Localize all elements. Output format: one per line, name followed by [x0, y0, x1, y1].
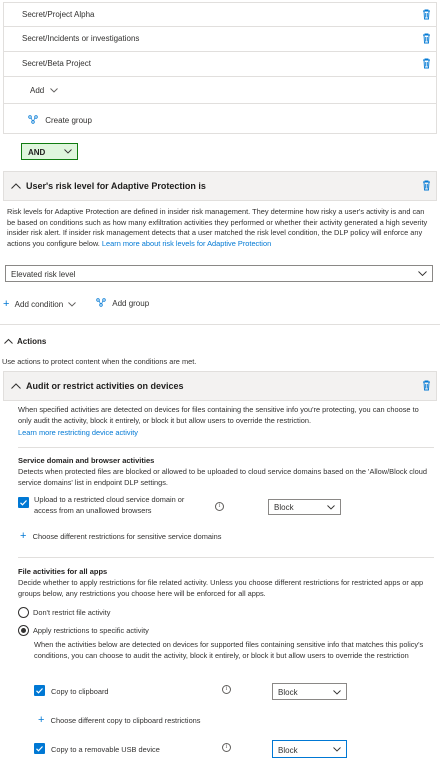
plus-icon: + — [20, 530, 27, 542]
usb-action-value: Block — [278, 746, 298, 755]
group-label: Secret/Project Alpha — [22, 10, 95, 19]
risk-section-header[interactable]: User's risk level for Adaptive Protectio… — [3, 171, 437, 201]
info-icon[interactable]: i — [222, 685, 231, 694]
divider — [18, 557, 434, 558]
create-group-button[interactable]: Create group — [28, 115, 92, 126]
add-condition-label: Add condition — [14, 299, 64, 309]
choose-clipboard-restrictions-button[interactable]: + Choose different copy to clipboard res… — [38, 714, 200, 726]
trash-icon[interactable] — [422, 180, 431, 191]
audit-learn-more-link[interactable]: Learn more restricting device activity — [18, 428, 138, 437]
trash-icon[interactable] — [422, 33, 431, 44]
actions-title: Actions — [17, 337, 47, 346]
operator-dropdown[interactable]: AND — [21, 143, 78, 160]
chevron-up-icon[interactable] — [11, 183, 21, 189]
usb-checkbox[interactable] — [34, 743, 45, 754]
chevron-down-icon — [327, 505, 335, 510]
group-row-incidents: Secret/Incidents or investigations — [3, 27, 437, 52]
clipboard-action-value: Block — [278, 688, 298, 697]
clipboard-action-dropdown[interactable]: Block — [272, 683, 347, 700]
clipboard-label: Copy to clipboard — [51, 687, 109, 696]
create-group-row: Create group — [3, 104, 437, 134]
service-domain-description: Detects when protected files are blocked… — [18, 467, 427, 487]
risk-section-title: User's risk level for Adaptive Protectio… — [26, 181, 206, 191]
audit-section-header[interactable]: Audit or restrict activities on devices — [3, 371, 437, 401]
chevron-down-icon — [418, 271, 427, 277]
add-label: Add — [30, 86, 45, 95]
choose-clipboard-restrictions-label: Choose different copy to clipboard restr… — [50, 715, 201, 725]
chevron-down-icon — [333, 690, 341, 695]
group-row-beta-project: Secret/Beta Project — [3, 52, 437, 77]
plus-icon: + — [38, 714, 45, 726]
add-row: Add — [3, 77, 437, 104]
group-label: Secret/Incidents or investigations — [22, 34, 140, 43]
chevron-down-icon — [50, 88, 59, 94]
info-icon[interactable]: i — [215, 502, 224, 511]
add-group-button[interactable]: Add group — [96, 298, 149, 309]
clipboard-checkbox[interactable] — [34, 685, 45, 696]
group-row-project-alpha: Secret/Project Alpha — [3, 2, 437, 27]
risk-learn-more-link[interactable]: Learn more about risk levels for Adaptiv… — [102, 239, 271, 248]
risk-level-value: Elevated risk level — [11, 270, 76, 279]
upload-label: Upload to a restricted cloud service dom… — [34, 495, 185, 515]
dont-restrict-radio[interactable] — [18, 607, 29, 618]
apply-restrictions-description: When the activities below are detected o… — [34, 640, 424, 660]
usb-label: Copy to a removable USB device — [51, 745, 160, 754]
info-icon[interactable]: i — [222, 743, 231, 752]
service-domain-title: Service domain and browser activities — [18, 456, 155, 465]
apply-restrictions-label: Apply restrictions to specific activity — [33, 626, 149, 635]
file-activities-description: Decide whether to apply restrictions for… — [18, 578, 424, 598]
trash-icon[interactable] — [422, 9, 431, 20]
audit-description: When specified activities are detected o… — [18, 405, 419, 425]
add-group-icon — [96, 298, 106, 309]
divider — [0, 324, 440, 325]
create-group-icon — [28, 115, 38, 126]
risk-level-dropdown[interactable]: Elevated risk level — [5, 265, 433, 282]
chevron-down-icon — [64, 149, 72, 154]
create-group-label: Create group — [45, 116, 92, 125]
choose-domain-restrictions-button[interactable]: + Choose different restrictions for sens… — [20, 530, 222, 542]
chevron-up-icon[interactable] — [11, 383, 21, 389]
operator-value: AND — [28, 148, 46, 157]
audit-section-title: Audit or restrict activities on devices — [26, 381, 184, 391]
upload-action-value: Block — [274, 503, 294, 512]
chevron-down-icon — [68, 301, 77, 307]
chevron-up-icon[interactable] — [4, 338, 13, 344]
upload-checkbox[interactable] — [18, 497, 29, 508]
trash-icon[interactable] — [422, 58, 431, 69]
divider — [18, 447, 434, 448]
trash-icon[interactable] — [422, 380, 431, 391]
actions-description: Use actions to protect content when the … — [2, 357, 197, 366]
file-activities-title: File activities for all apps — [18, 567, 108, 576]
upload-action-dropdown[interactable]: Block — [268, 499, 341, 515]
dont-restrict-label: Don't restrict file activity — [33, 608, 111, 617]
add-group-label: Add group — [112, 299, 150, 308]
add-condition-button[interactable]: + Add condition — [3, 298, 77, 310]
chevron-down-icon — [333, 747, 341, 752]
usb-action-dropdown[interactable]: Block — [272, 740, 347, 758]
apply-restrictions-radio[interactable] — [18, 625, 29, 636]
plus-icon: + — [3, 298, 10, 310]
add-dropdown[interactable]: Add — [30, 86, 59, 95]
group-label: Secret/Beta Project — [22, 59, 91, 68]
risk-description: Risk levels for Adaptive Protection are … — [7, 207, 428, 248]
choose-domain-restrictions-label: Choose different restrictions for sensit… — [32, 531, 222, 541]
